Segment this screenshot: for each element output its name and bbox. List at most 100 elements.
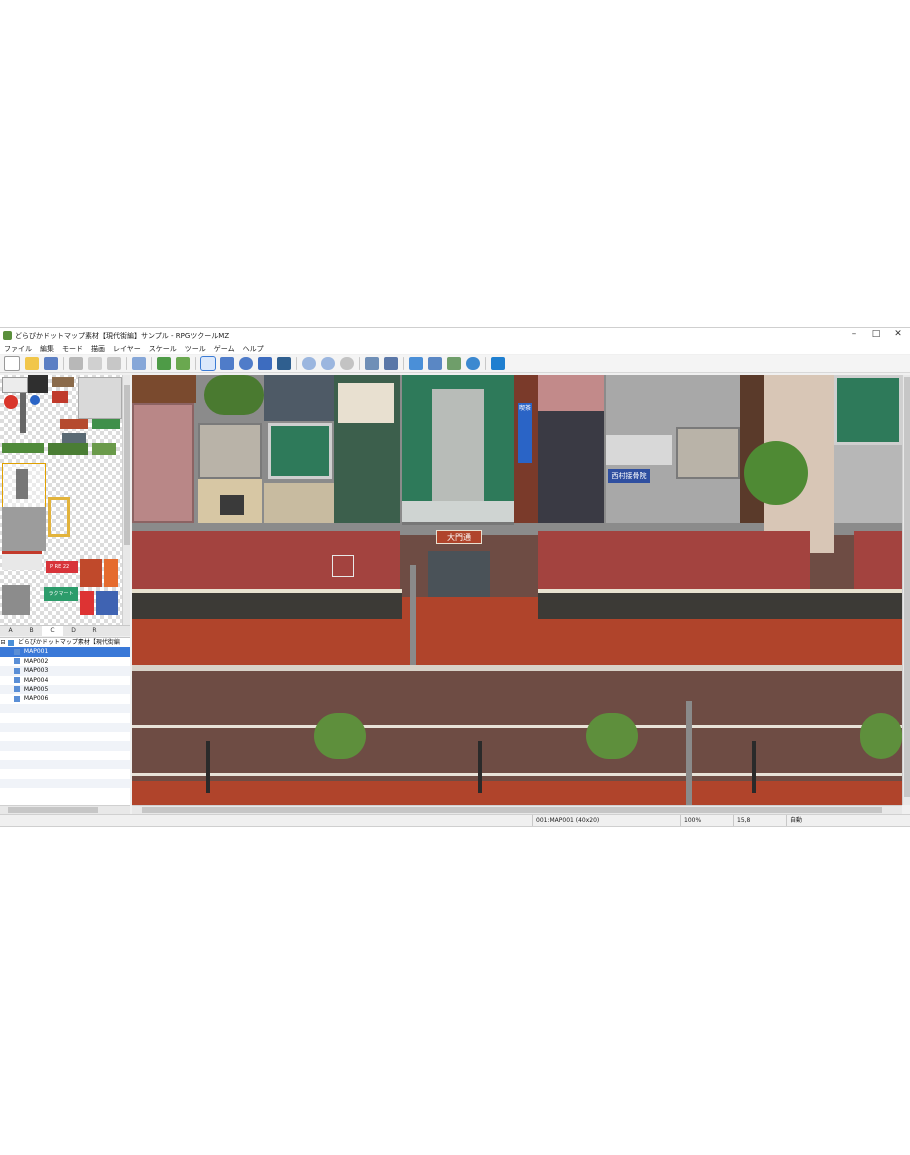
character-generator-icon[interactable] (466, 357, 480, 370)
status-bar: 001:MAP001 (40x20) 100% 15,8 自動 (0, 814, 910, 826)
map-tree-root-label: どらぴかドットマップ素材【現代街編 (17, 639, 120, 646)
window (220, 495, 244, 515)
palette-scroll-thumb[interactable] (124, 385, 130, 545)
tile-bushes[interactable] (48, 443, 88, 455)
open-project-icon[interactable] (25, 357, 39, 370)
tileset-palette[interactable]: P RE 22 ラクマート (0, 375, 130, 625)
tile-orange-bench[interactable] (60, 419, 88, 429)
plugin-manager-icon[interactable] (384, 357, 398, 370)
tile-ladder[interactable] (16, 469, 28, 499)
map-tree-item[interactable]: MAP005 (0, 684, 130, 695)
close-button[interactable]: ✕ (887, 329, 909, 339)
tile-red-machine[interactable] (80, 591, 94, 615)
map-hscroll-thumb[interactable] (142, 807, 882, 813)
app-icon (3, 331, 12, 340)
tile-plants[interactable] (92, 443, 116, 455)
map-vscroll-thumb[interactable] (904, 377, 910, 797)
map-tree-hscroll-thumb[interactable] (8, 807, 98, 813)
menu-file[interactable]: ファイル (0, 344, 36, 354)
project-icon (7, 639, 14, 646)
tile-bus-stop[interactable] (30, 395, 40, 405)
undo-icon[interactable] (132, 357, 146, 370)
map-tree-item[interactable]: MAP003 (0, 666, 130, 676)
menu-mode[interactable]: モード (58, 344, 87, 354)
tile-blue-machine[interactable] (96, 591, 118, 615)
menu-edit[interactable]: 編集 (36, 344, 58, 354)
collapse-icon[interactable]: ⊟ (0, 638, 6, 647)
clinic-sign: 西村接骨院 (608, 469, 650, 483)
tile-convenience-sign[interactable]: ラクマート (44, 587, 78, 601)
rooftop-dark (264, 375, 334, 421)
tile-bench[interactable] (52, 377, 74, 387)
tab-r[interactable]: R (84, 626, 105, 636)
awning-roof (132, 531, 400, 589)
tile-machine[interactable] (2, 585, 30, 615)
menu-draw[interactable]: 描画 (87, 344, 109, 354)
sound-test-icon[interactable] (409, 357, 423, 370)
map-hscrollbar[interactable] (132, 805, 902, 814)
map-vscrollbar[interactable] (902, 375, 910, 805)
shadow-pen-icon[interactable] (277, 357, 291, 370)
resource-manager-icon[interactable] (447, 357, 461, 370)
tab-a[interactable]: A (0, 626, 21, 636)
menu-tools[interactable]: ツール (181, 344, 210, 354)
paste-icon[interactable] (107, 357, 121, 370)
sidewalk-brick (132, 781, 902, 805)
map-tree: ⊟ どらぴかドットマップ素材【現代街編 MAP001 MAP002 MAP003… (0, 637, 130, 806)
tile-road-marking[interactable] (48, 497, 70, 537)
save-project-icon[interactable] (44, 357, 58, 370)
map-tree-empty-row (0, 769, 130, 778)
menu-game[interactable]: ゲーム (210, 344, 239, 354)
playtest-icon[interactable] (491, 357, 505, 370)
minimize-button[interactable]: – (843, 329, 865, 339)
map-tree-hscrollbar[interactable] (0, 805, 130, 814)
map-tree-empty-row (0, 703, 130, 714)
tile-fence[interactable] (2, 551, 42, 570)
event-searcher-icon[interactable] (428, 357, 442, 370)
flood-fill-icon[interactable] (258, 357, 272, 370)
tab-b[interactable]: B (21, 626, 42, 636)
map-tree-item[interactable]: MAP006 (0, 694, 130, 703)
tab-c[interactable]: C (42, 626, 63, 636)
cut-icon[interactable] (69, 357, 83, 370)
map-mode-icon[interactable] (157, 357, 171, 370)
tile-bench-dark[interactable] (62, 433, 86, 443)
tile-green-bench[interactable] (92, 419, 120, 429)
map-tree-item-label: MAP002 (23, 657, 49, 665)
map-tree-item[interactable]: MAP004 (0, 676, 130, 685)
map-tree-root[interactable]: ⊟ どらぴかドットマップ素材【現代街編 (0, 638, 130, 647)
tile-pole[interactable] (20, 393, 26, 433)
palette-scrollbar[interactable] (122, 375, 130, 625)
tile-stop-sign[interactable] (4, 395, 18, 409)
tile-stairs[interactable] (2, 507, 46, 551)
tile-appliance[interactable] (2, 377, 28, 393)
tile-planters[interactable] (2, 443, 44, 453)
tile-streetlamp[interactable] (28, 375, 48, 393)
tile-mailbox[interactable] (52, 391, 68, 403)
toolbar-separator (485, 357, 486, 370)
map-tree-item[interactable]: MAP002 (0, 657, 130, 666)
building-grey (834, 445, 902, 523)
tile-car[interactable] (78, 377, 122, 419)
menu-help[interactable]: ヘルプ (239, 344, 268, 354)
zoom-actual-icon[interactable] (340, 357, 354, 370)
rectangle-icon[interactable] (220, 357, 234, 370)
menu-scale[interactable]: スケール (145, 344, 181, 354)
tile-vending-machine-2[interactable] (104, 559, 118, 587)
new-project-icon[interactable] (4, 356, 20, 371)
pencil-icon[interactable] (200, 356, 216, 371)
map-canvas[interactable]: 大門通 喫茶 西村接骨院 (132, 375, 902, 805)
tab-d[interactable]: D (63, 626, 84, 636)
maximize-button[interactable]: □ (865, 329, 887, 339)
ellipse-icon[interactable] (239, 357, 253, 370)
copy-icon[interactable] (88, 357, 102, 370)
map-tree-item[interactable]: MAP001 (0, 647, 130, 657)
tile-vending-machine[interactable] (80, 559, 102, 587)
zoom-out-icon[interactable] (321, 357, 335, 370)
event-mode-icon[interactable] (176, 357, 190, 370)
menu-layer[interactable]: レイヤー (109, 344, 145, 354)
zoom-in-icon[interactable] (302, 357, 316, 370)
window-title: どらぴかドットマップ素材【現代街編】サンプル - RPGツクールMZ (15, 331, 230, 340)
database-icon[interactable] (365, 357, 379, 370)
shopfront (132, 589, 402, 619)
